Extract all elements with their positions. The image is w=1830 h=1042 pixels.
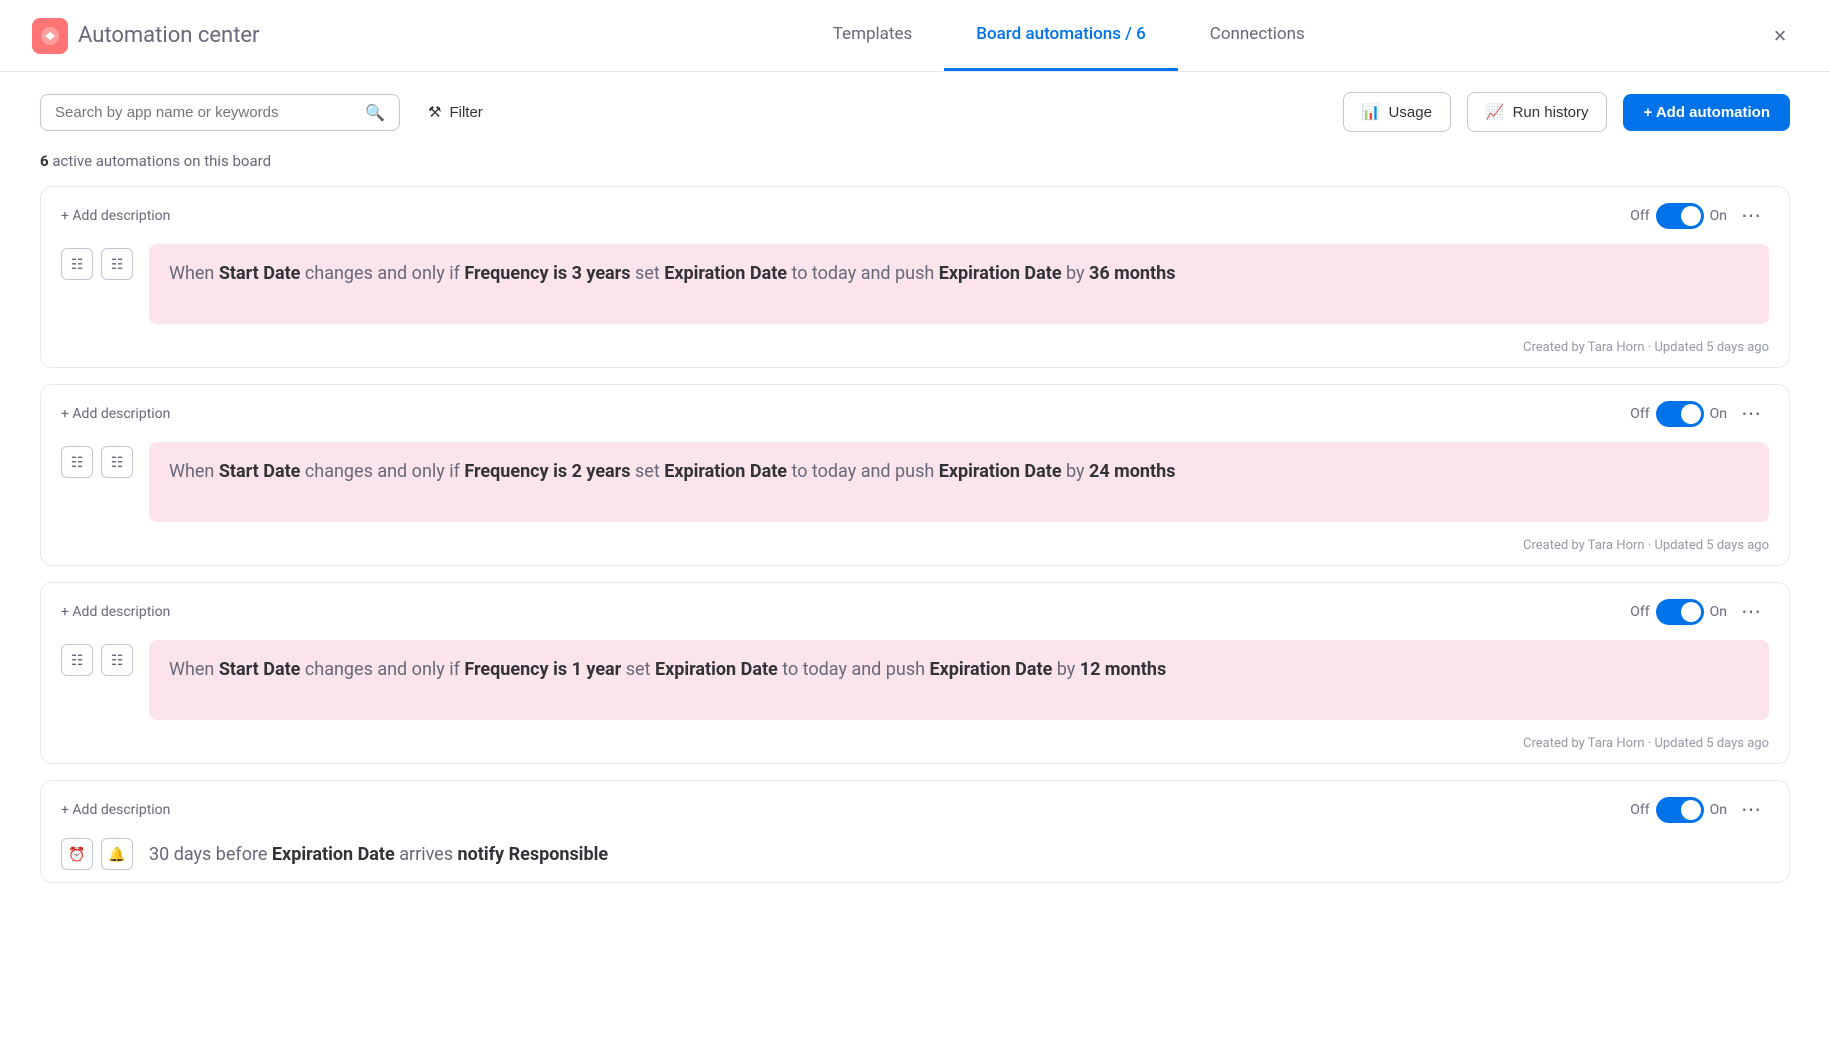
toggle-switch[interactable] <box>1656 599 1704 625</box>
automation-text[interactable]: When Start Date changes and only if Freq… <box>149 244 1769 324</box>
add-description-link[interactable]: + Add description <box>61 604 170 620</box>
tab-templates[interactable]: Templates <box>801 0 945 71</box>
grid-view-icon[interactable]: ☷ <box>101 446 133 478</box>
notification-text[interactable]: 30 days before Expiration Date arrives n… <box>149 844 1769 865</box>
view-toggle-icon[interactable]: ☷ <box>61 446 93 478</box>
grid-view-icon[interactable]: ☷ <box>101 644 133 676</box>
search-box: 🔍 <box>40 94 400 131</box>
toggle-on-label: On <box>1710 406 1727 422</box>
header: Automation center Templates Board automa… <box>0 0 1830 72</box>
card-footer: Created by Tara Horn · Updated 5 days ag… <box>41 336 1789 367</box>
toggle-off-label: Off <box>1630 604 1649 620</box>
view-toggle-icon[interactable]: ☷ <box>61 248 93 280</box>
automation-card: + Add description Off On ⋯ ⏰ 🔔 30 days b… <box>40 780 1790 883</box>
alarm-icon[interactable]: ⏰ <box>61 838 93 870</box>
card-header: + Add description Off On ⋯ <box>41 781 1789 830</box>
toggle-off-label: Off <box>1630 406 1649 422</box>
toggle-on-label: On <box>1710 802 1727 818</box>
filter-icon: ⚒ <box>428 103 441 121</box>
logo-area: Automation center <box>32 18 260 54</box>
notification-icons: ⏰ 🔔 <box>61 838 133 870</box>
add-description-link[interactable]: + Add description <box>61 406 170 422</box>
history-icon: 📈 <box>1486 103 1505 121</box>
bell-icon[interactable]: 🔔 <box>101 838 133 870</box>
toggle-off-label: Off <box>1630 208 1649 224</box>
add-description-link[interactable]: + Add description <box>61 802 170 818</box>
more-options-button[interactable]: ⋯ <box>1733 199 1769 232</box>
toggle-more-row: Off On ⋯ <box>1630 397 1769 430</box>
usage-button[interactable]: 📊 Usage <box>1343 92 1451 132</box>
close-button[interactable]: × <box>1762 18 1798 54</box>
toggle-switch[interactable] <box>1656 401 1704 427</box>
view-toggle-icon[interactable]: ☷ <box>61 644 93 676</box>
card-header: + Add description Off On ⋯ <box>41 385 1789 434</box>
card-icons: ☷ ☷ <box>61 640 133 676</box>
card-body: ☷ ☷ When Start Date changes and only if … <box>41 632 1789 732</box>
card-footer: Created by Tara Horn · Updated 5 days ag… <box>41 732 1789 763</box>
card-body: ⏰ 🔔 30 days before Expiration Date arriv… <box>41 830 1789 882</box>
automation-card: + Add description Off On ⋯ ☷ ☷ When Star… <box>40 186 1790 368</box>
automations-list: + Add description Off On ⋯ ☷ ☷ When Star… <box>0 186 1830 899</box>
more-options-button[interactable]: ⋯ <box>1733 793 1769 826</box>
toggle-more-row: Off On ⋯ <box>1630 793 1769 826</box>
search-input[interactable] <box>55 104 355 121</box>
toolbar: 🔍 ⚒ Filter 📊 Usage 📈 Run history + Add a… <box>0 72 1830 152</box>
card-header: + Add description Off On ⋯ <box>41 187 1789 236</box>
more-options-button[interactable]: ⋯ <box>1733 595 1769 628</box>
nav-tabs: Templates Board automations / 6 Connecti… <box>340 0 1798 71</box>
automation-card: + Add description Off On ⋯ ☷ ☷ When Star… <box>40 582 1790 764</box>
add-description-link[interactable]: + Add description <box>61 208 170 224</box>
card-body: ☷ ☷ When Start Date changes and only if … <box>41 236 1789 336</box>
card-header: + Add description Off On ⋯ <box>41 583 1789 632</box>
automation-card: + Add description Off On ⋯ ☷ ☷ When Star… <box>40 384 1790 566</box>
automation-text[interactable]: When Start Date changes and only if Freq… <box>149 640 1769 720</box>
toggle-on-label: On <box>1710 208 1727 224</box>
count-text: 6 active automations on this board <box>0 152 1830 186</box>
card-icons: ☷ ☷ <box>61 442 133 478</box>
toggle-switch[interactable] <box>1656 797 1704 823</box>
tab-board-automations[interactable]: Board automations / 6 <box>944 0 1178 71</box>
run-history-button[interactable]: 📈 Run history <box>1467 92 1608 132</box>
card-body: ☷ ☷ When Start Date changes and only if … <box>41 434 1789 534</box>
more-options-button[interactable]: ⋯ <box>1733 397 1769 430</box>
app-logo-icon <box>32 18 68 54</box>
automation-text[interactable]: When Start Date changes and only if Freq… <box>149 442 1769 522</box>
toggle-more-row: Off On ⋯ <box>1630 199 1769 232</box>
toggle-switch[interactable] <box>1656 203 1704 229</box>
toggle-more-row: Off On ⋯ <box>1630 595 1769 628</box>
tab-connections[interactable]: Connections <box>1178 0 1337 71</box>
filter-button[interactable]: ⚒ Filter <box>416 95 495 129</box>
toggle-off-label: Off <box>1630 802 1649 818</box>
add-automation-button[interactable]: + Add automation <box>1623 94 1790 131</box>
usage-icon: 📊 <box>1362 103 1381 121</box>
app-title: Automation center <box>78 23 260 48</box>
grid-view-icon[interactable]: ☷ <box>101 248 133 280</box>
toggle-on-label: On <box>1710 604 1727 620</box>
card-footer: Created by Tara Horn · Updated 5 days ag… <box>41 534 1789 565</box>
card-icons: ☷ ☷ <box>61 244 133 280</box>
search-icon: 🔍 <box>365 103 385 122</box>
